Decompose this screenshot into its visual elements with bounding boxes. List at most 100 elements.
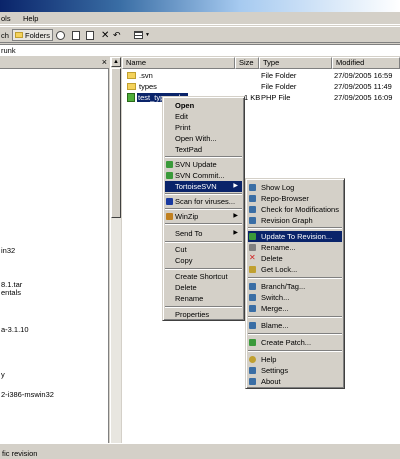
status-bar: fic revision bbox=[0, 443, 400, 459]
menu-item-label: Repo-Browser bbox=[261, 194, 309, 203]
tree-item[interactable]: 2-i386-mswin32 bbox=[1, 390, 54, 399]
menu-item-show-log[interactable]: Show Log bbox=[248, 182, 342, 193]
menu-item-label: WinZip bbox=[175, 212, 199, 221]
close-icon[interactable]: × bbox=[102, 57, 107, 67]
history-icon bbox=[56, 30, 65, 40]
file-row[interactable]: .svn File Folder 27/09/2005 16:59 bbox=[122, 71, 400, 81]
menu-item-open[interactable]: Open bbox=[165, 100, 242, 111]
menu-item-get-lock[interactable]: Get Lock... bbox=[248, 264, 342, 275]
blame-icon bbox=[249, 322, 256, 329]
menu-item-textpad[interactable]: TextPad bbox=[165, 144, 242, 155]
menu-item-label: Check for Modifications bbox=[261, 205, 339, 214]
move-to-icon bbox=[72, 30, 80, 40]
column-header-modified[interactable]: Modified bbox=[332, 57, 400, 69]
menu-separator bbox=[165, 223, 242, 225]
file-row[interactable]: types File Folder 27/09/2005 11:49 bbox=[122, 82, 400, 92]
column-header-type[interactable]: Type bbox=[259, 57, 332, 69]
menu-item-rename[interactable]: Rename bbox=[165, 293, 242, 304]
menu-item-about[interactable]: About bbox=[248, 376, 342, 387]
menu-item-update-to-revision[interactable]: Update To Revision... bbox=[248, 231, 342, 242]
branch-icon bbox=[249, 283, 256, 290]
svn-commit-icon bbox=[166, 172, 173, 179]
history-button[interactable] bbox=[56, 29, 65, 41]
menu-item-label: Branch/Tag... bbox=[261, 282, 306, 291]
menu-item-settings[interactable]: Settings bbox=[248, 365, 342, 376]
menu-item-copy[interactable]: Copy bbox=[165, 255, 242, 266]
menu-tools[interactable]: ols bbox=[1, 14, 11, 23]
menu-item-cut[interactable]: Cut bbox=[165, 244, 242, 255]
tree-item[interactable]: in32 bbox=[1, 246, 15, 255]
menu-item-print[interactable]: Print bbox=[165, 122, 242, 133]
search-button[interactable]: ch bbox=[1, 29, 9, 41]
views-icon bbox=[134, 31, 143, 39]
menu-item-blame[interactable]: Blame... bbox=[248, 320, 342, 331]
menu-bar: ols Help bbox=[0, 12, 400, 25]
folder-icon bbox=[127, 72, 136, 79]
menu-item-delete[interactable]: Delete bbox=[165, 282, 242, 293]
views-button[interactable]: ▼ bbox=[134, 29, 150, 41]
menu-item-edit[interactable]: Edit bbox=[165, 111, 242, 122]
menu-item-merge[interactable]: Merge... bbox=[248, 303, 342, 314]
menu-item-repo-browser[interactable]: Repo-Browser bbox=[248, 193, 342, 204]
menu-separator bbox=[248, 227, 342, 229]
menu-item-revision-graph[interactable]: Revision Graph bbox=[248, 215, 342, 226]
column-header-size[interactable]: Size bbox=[235, 57, 259, 69]
revision-graph-icon bbox=[249, 217, 256, 224]
rename-icon bbox=[249, 244, 256, 251]
file-type: File Folder bbox=[261, 71, 297, 80]
file-type: File Folder bbox=[261, 82, 297, 91]
menu-item-help[interactable]: Help bbox=[248, 354, 342, 365]
menu-item-scan[interactable]: Scan for viruses... bbox=[165, 196, 242, 207]
folders-button[interactable]: Folders bbox=[12, 29, 54, 41]
menu-item-svn-commit[interactable]: SVN Commit... bbox=[165, 170, 242, 181]
folders-pane: × in32 8.1.tar entals a-3.1.10 y 2-i386-… bbox=[0, 57, 109, 443]
submenu-arrow-icon: ▶ bbox=[233, 230, 238, 236]
php-file-icon bbox=[127, 93, 135, 102]
patch-icon bbox=[249, 339, 256, 346]
delete-button[interactable]: ✕ bbox=[101, 29, 109, 41]
menu-item-properties[interactable]: Properties bbox=[165, 309, 242, 320]
log-icon bbox=[249, 184, 256, 191]
folders-label: Folders bbox=[25, 30, 51, 40]
menu-item-label: Settings bbox=[261, 366, 289, 375]
menu-item-svn-update[interactable]: SVN Update bbox=[165, 159, 242, 170]
copy-to-button[interactable] bbox=[86, 29, 94, 41]
update-icon bbox=[249, 233, 256, 240]
scroll-thumb[interactable] bbox=[111, 68, 121, 218]
menu-item-check-modifications[interactable]: Check for Modifications bbox=[248, 204, 342, 215]
undo-button[interactable]: ↶ bbox=[113, 29, 121, 41]
vertical-scrollbar[interactable]: ▲ bbox=[110, 57, 121, 443]
menu-item-label: Scan for viruses... bbox=[175, 197, 236, 206]
move-to-button[interactable] bbox=[72, 29, 80, 41]
menu-item-winzip[interactable]: WinZip ▶ bbox=[165, 211, 242, 222]
folder-icon bbox=[127, 83, 136, 90]
winzip-icon bbox=[166, 213, 173, 220]
tree-item[interactable]: y bbox=[1, 370, 5, 379]
menu-item-branch-tag[interactable]: Branch/Tag... bbox=[248, 281, 342, 292]
tree-item[interactable]: a-3.1.10 bbox=[1, 325, 29, 334]
menu-help[interactable]: Help bbox=[23, 14, 38, 23]
menu-item-tortoisesvn[interactable]: TortoiseSVN ▶ bbox=[165, 181, 242, 192]
menu-item-open-with[interactable]: Open With... bbox=[165, 133, 242, 144]
scroll-up-button[interactable]: ▲ bbox=[111, 57, 121, 67]
menu-item-create-patch[interactable]: Create Patch... bbox=[248, 337, 342, 348]
column-header-name[interactable]: Name bbox=[122, 57, 235, 69]
address-bar[interactable]: runk bbox=[0, 44, 400, 57]
menu-item-send-to[interactable]: Send To ▶ bbox=[165, 228, 242, 239]
menu-item-delete[interactable]: ✕ Delete bbox=[248, 253, 342, 264]
menu-item-create-shortcut[interactable]: Create Shortcut bbox=[165, 271, 242, 282]
menu-item-rename[interactable]: Rename... bbox=[248, 242, 342, 253]
delete-icon: ✕ bbox=[101, 29, 110, 41]
menu-item-label: Update To Revision... bbox=[261, 232, 333, 241]
menu-item-switch[interactable]: Switch... bbox=[248, 292, 342, 303]
menu-separator bbox=[165, 268, 242, 270]
tree-item[interactable]: entals bbox=[1, 288, 21, 297]
toolbar: ch Folders ✕ ↶ ▼ bbox=[0, 26, 400, 43]
file-name: types bbox=[139, 82, 157, 91]
copy-to-icon bbox=[86, 30, 94, 40]
menu-separator bbox=[248, 333, 342, 335]
menu-separator bbox=[165, 208, 242, 210]
file-modified: 27/09/2005 11:49 bbox=[334, 82, 392, 91]
menu-separator bbox=[165, 241, 242, 243]
menu-item-label: Help bbox=[261, 355, 277, 364]
